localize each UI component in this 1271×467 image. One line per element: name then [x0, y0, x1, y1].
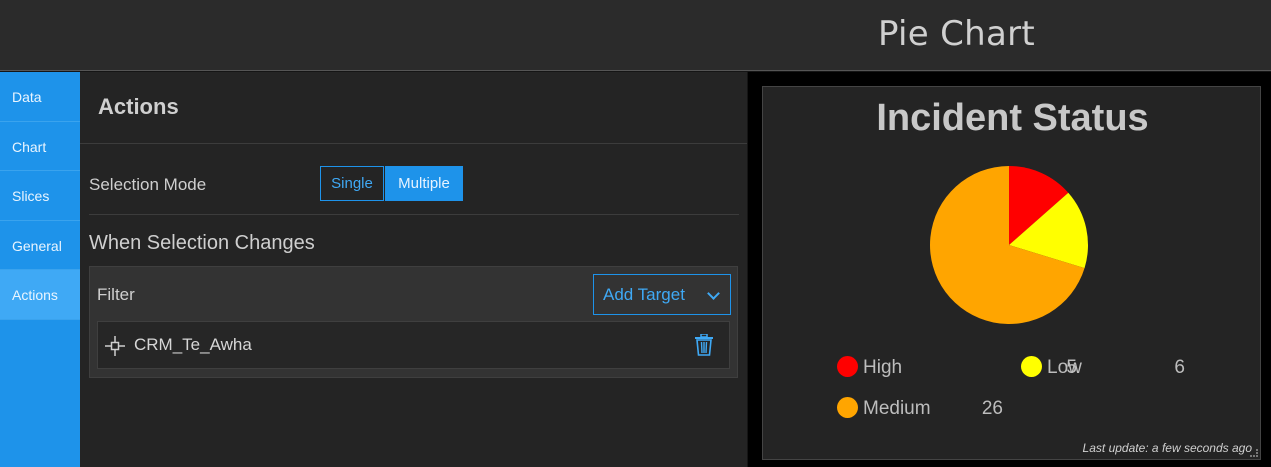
last-update-text: Last update: a few seconds ago: [1082, 441, 1252, 455]
page-title: Pie Chart: [878, 14, 1036, 54]
app-window: Pie Chart Data Chart Slices General Acti…: [0, 0, 1271, 467]
chevron-down-icon: [707, 287, 720, 300]
filter-label: Filter: [97, 285, 135, 304]
multiple-mode-button[interactable]: Multiple: [385, 166, 463, 201]
single-mode-button[interactable]: Single: [320, 166, 384, 201]
legend-value-medium: 26: [981, 398, 1003, 419]
when-selection-changes-heading: When Selection Changes: [89, 232, 315, 254]
legend-item-low[interactable]: Low 6: [1021, 353, 1191, 381]
legend-label-low: Low: [1047, 357, 1082, 378]
legend-label-high: High: [863, 357, 903, 378]
sidebar-item-actions[interactable]: Actions: [0, 270, 80, 320]
legend-label-medium: Medium: [863, 398, 931, 419]
sidebar-nav: Data Chart Slices General Actions: [0, 72, 80, 467]
target-name: CRM_Te_Awha: [134, 335, 252, 354]
chart-title: Incident Status: [876, 97, 1149, 139]
settings-panel: Actions Selection Mode Single Multiple W…: [80, 72, 747, 467]
selection-mode-row: Selection Mode Single Multiple: [89, 166, 739, 215]
selection-mode-label: Selection Mode: [89, 175, 207, 194]
legend-item-medium[interactable]: Medium 26: [837, 394, 1007, 422]
legend-swatch-high: [837, 356, 858, 377]
resize-handle[interactable]: [1250, 449, 1258, 457]
app-header: Pie Chart: [0, 0, 1271, 71]
add-target-label: Add Target: [603, 285, 685, 304]
panel-title: Actions: [98, 94, 179, 119]
sidebar-item-slices[interactable]: Slices: [0, 171, 80, 221]
sidebar-item-chart[interactable]: Chart: [0, 122, 80, 171]
crosshair-icon: [105, 336, 125, 356]
sidebar-item-data[interactable]: Data: [0, 72, 80, 122]
sidebar-item-general[interactable]: General: [0, 221, 80, 270]
trash-icon[interactable]: [695, 334, 713, 356]
target-row: CRM_Te_Awha: [97, 321, 730, 369]
pie-chart: [930, 166, 1088, 324]
legend-value-low: 6: [1174, 357, 1185, 378]
add-target-dropdown[interactable]: Add Target: [593, 274, 731, 315]
legend-item-high[interactable]: High 5: [837, 353, 1077, 381]
panel-header: Actions: [80, 72, 747, 144]
filter-action-box: Filter Add Target CRM_Te_Awha: [89, 266, 738, 378]
legend-swatch-low: [1021, 356, 1042, 377]
chart-card: Incident Status High 5 Low 6 Medium 26 L…: [762, 86, 1261, 460]
legend-swatch-medium: [837, 397, 858, 418]
